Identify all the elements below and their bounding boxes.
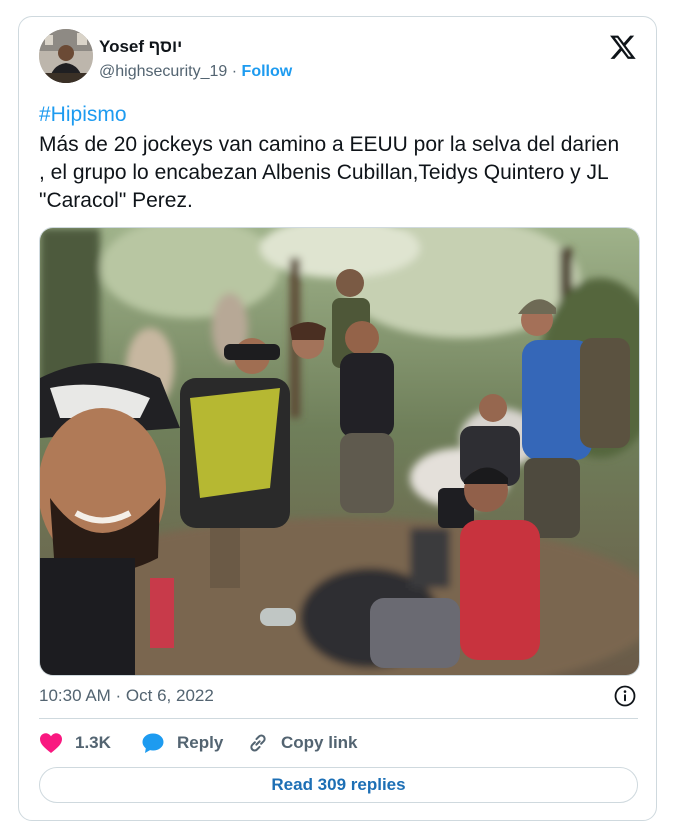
reply-label: Reply: [177, 733, 224, 752]
copy-link-button[interactable]: Copy link: [247, 731, 358, 755]
heart-icon: [40, 733, 62, 753]
like-button[interactable]: 1.3K: [39, 731, 111, 755]
tweet-card: Yosef יוסף @highsecurity_19 · Follow #Hi…: [18, 16, 657, 821]
like-count: 1.3K: [75, 733, 111, 752]
link-icon: [250, 734, 266, 752]
follow-link[interactable]: Follow: [242, 63, 293, 80]
hashtag-link[interactable]: #Hipismo: [39, 103, 127, 127]
separator-dot: ·: [231, 63, 238, 80]
tweet-photo[interactable]: [39, 227, 640, 676]
x-logo-icon[interactable]: [609, 33, 637, 61]
author-handle[interactable]: @highsecurity_19: [99, 63, 227, 80]
divider: [39, 718, 638, 719]
author-display-name[interactable]: Yosef יוסף: [99, 37, 182, 57]
reply-bubble-icon: [142, 733, 164, 753]
tweet-timestamp[interactable]: 10:30 AM · Oct 6, 2022: [39, 686, 214, 706]
reply-button[interactable]: Reply: [141, 731, 223, 755]
avatar[interactable]: [39, 29, 93, 83]
tweet-text: Más de 20 jockeys van camino a EEUU por …: [39, 133, 620, 212]
copy-link-label: Copy link: [281, 733, 358, 752]
read-replies-button[interactable]: Read 309 replies: [39, 767, 638, 803]
handle-row: @highsecurity_19 · Follow: [99, 63, 292, 81]
info-icon[interactable]: [613, 684, 637, 708]
